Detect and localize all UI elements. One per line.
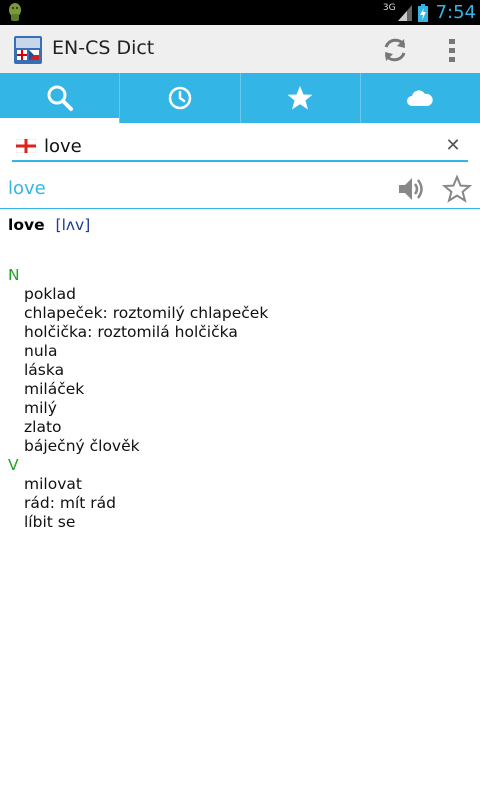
search-input[interactable] [44,134,424,158]
dictionary-app-icon[interactable] [14,36,42,64]
part-of-speech-verb: V [8,456,19,474]
sense-item: nula [24,342,58,360]
dictionary-entry: love [lʌv] N poklad chlapeček: roztomilý… [8,216,472,532]
result-header: love [0,170,480,209]
tab-bar [0,73,480,123]
sense-item: milovat [24,475,82,493]
tab-search[interactable] [0,73,121,123]
result-word: love [8,178,46,199]
sense-item: líbit se [24,513,76,531]
sense-item: holčička: roztomilá holčička [24,323,238,341]
pronunciation: [lʌv] [55,216,91,234]
tab-history[interactable] [120,73,241,123]
status-bar: 3G 7:54 [0,0,480,25]
entry-headline: love [lʌv] [8,216,472,238]
network-type-label: 3G [382,2,396,13]
pronounce-speaker-icon[interactable] [396,174,426,204]
search-box: ✕ [12,132,468,162]
sense-item: poklad [24,285,76,303]
sense-item: zlato [24,418,62,436]
search-icon [47,85,73,111]
app-title: EN-CS Dict [52,37,155,59]
signal-strength-icon [397,4,412,21]
history-clock-icon [168,86,192,110]
part-of-speech-noun: N [8,266,20,284]
headword: love [8,216,45,234]
sense-item: rád: mít rád [24,494,116,512]
favorites-star-icon [287,86,313,110]
clear-search-icon[interactable]: ✕ [442,135,464,157]
sense-item: láska [24,361,65,379]
sense-item: chlapeček: roztomilý chlapeček [24,304,269,322]
sense-item: báječný člověk [24,437,140,455]
sense-item: milý [24,399,57,417]
tab-favorites[interactable] [241,73,361,123]
favorite-star-outline-icon[interactable] [442,174,472,204]
tab-cloud[interactable] [361,73,480,123]
status-clock: 7:54 [435,2,476,23]
action-bar: EN-CS Dict [0,25,480,73]
overflow-menu-icon[interactable] [440,35,464,65]
battery-charging-icon [417,3,428,22]
android-debug-icon [9,3,21,21]
english-flag-icon[interactable] [16,139,36,153]
refresh-icon[interactable] [380,35,410,65]
sense-item: miláček [24,380,85,398]
cloud-icon [407,90,434,106]
